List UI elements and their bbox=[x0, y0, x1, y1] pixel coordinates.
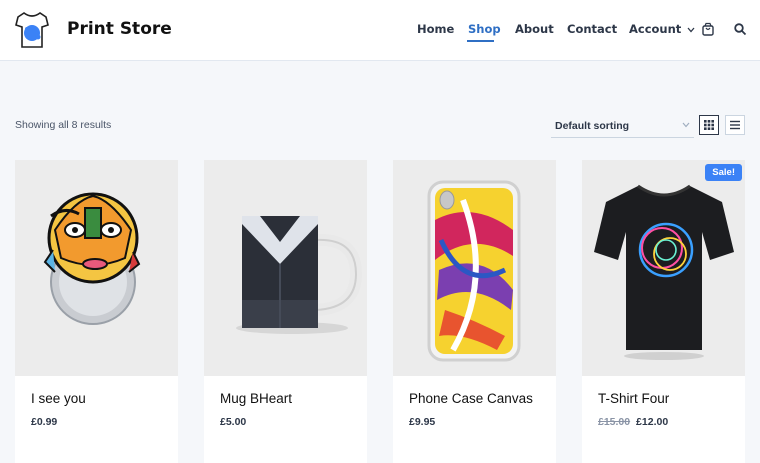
product-price: £0.99 bbox=[31, 416, 58, 428]
sort-select[interactable]: Default sorting bbox=[551, 116, 694, 138]
chevron-down-icon bbox=[687, 27, 695, 32]
nav-contact[interactable]: Contact bbox=[567, 22, 617, 36]
product-image-mug[interactable] bbox=[204, 160, 367, 376]
nav-account[interactable]: Account bbox=[629, 22, 695, 36]
product-image-phone-case[interactable] bbox=[393, 160, 556, 376]
product-old-price: £15.00 bbox=[598, 416, 631, 428]
nav-account-label: Account bbox=[629, 22, 682, 36]
product-title[interactable]: Phone Case Canvas bbox=[409, 391, 533, 406]
result-count: Showing all 8 results bbox=[15, 119, 112, 131]
product-price: £15.00 £12.00 bbox=[598, 416, 668, 428]
search-icon[interactable] bbox=[733, 22, 747, 36]
cart-icon[interactable] bbox=[701, 22, 715, 36]
product-card[interactable]: I see you £0.99 bbox=[15, 160, 178, 463]
nav-about[interactable]: About bbox=[515, 22, 554, 36]
sort-selected-value: Default sorting bbox=[555, 120, 630, 132]
product-card[interactable]: Phone Case Canvas £9.95 bbox=[393, 160, 556, 463]
product-card[interactable]: Sale! T-Shirt Four £15.00 £12.00 bbox=[582, 160, 745, 463]
sale-badge: Sale! bbox=[705, 164, 742, 181]
product-title[interactable]: I see you bbox=[31, 391, 86, 406]
nav-home[interactable]: Home bbox=[417, 22, 454, 36]
product-title[interactable]: Mug BHeart bbox=[220, 391, 292, 406]
product-image-badge[interactable] bbox=[15, 160, 178, 376]
product-price: £9.95 bbox=[409, 416, 436, 428]
product-card[interactable]: Mug BHeart £5.00 bbox=[204, 160, 367, 463]
active-nav-underline bbox=[467, 40, 494, 42]
grid-view-button[interactable] bbox=[699, 115, 719, 135]
product-image-tshirt[interactable] bbox=[582, 160, 745, 376]
grid-view-icon bbox=[704, 120, 714, 130]
site-header: Print Store Home Shop About Contact Acco… bbox=[0, 0, 760, 61]
product-title[interactable]: T-Shirt Four bbox=[598, 391, 669, 406]
product-price: £5.00 bbox=[220, 416, 247, 428]
list-view-button[interactable] bbox=[725, 115, 745, 135]
product-sale-price: £12.00 bbox=[636, 416, 669, 428]
chevron-down-icon bbox=[682, 122, 690, 128]
nav-shop[interactable]: Shop bbox=[468, 22, 501, 36]
list-view-icon bbox=[730, 120, 740, 130]
main-nav: Home Shop About Contact Account bbox=[0, 22, 760, 42]
